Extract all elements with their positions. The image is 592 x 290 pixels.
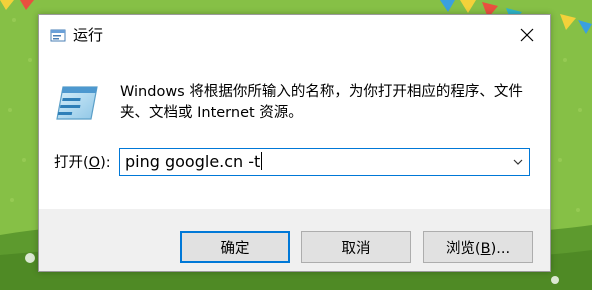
run-app-icon [50,29,66,42]
ok-button[interactable]: 确定 [180,231,290,263]
browse-label-suffix: )... [490,240,511,257]
browse-label-access-key: B [480,240,491,257]
run-dialog-icon [56,86,98,120]
desktop: 运行 Windows 将根据你所输入的名称，为你打开相应的程序、文件夹、文档或 … [0,0,592,290]
open-label-prefix: 打开( [54,155,89,171]
run-dialog: 运行 Windows 将根据你所输入的名称，为你打开相应的程序、文件夹、文档或 … [38,14,551,272]
window-title: 运行 [73,26,104,44]
close-icon [520,28,534,42]
description-text: Windows 将根据你所输入的名称，为你打开相应的程序、文件夹、文档或 Int… [120,84,523,121]
open-label-access-key: O [88,155,101,171]
open-label: 打开(O): [54,153,111,173]
browse-button[interactable]: 浏览(B)... [423,231,533,263]
dialog-content: Windows 将根据你所输入的名称，为你打开相应的程序、文件夹、文档或 Int… [39,55,550,209]
close-button[interactable] [504,15,550,55]
cancel-button-label: 取消 [341,240,371,257]
ok-button-label: 确定 [220,240,250,257]
text-caret [261,152,263,170]
open-label-suffix: ): [100,155,111,171]
title-bar[interactable]: 运行 [39,15,550,55]
open-input[interactable]: ping google.cn -t [125,152,263,172]
chevron-down-icon[interactable] [511,155,525,169]
open-combobox[interactable]: ping google.cn -t [119,148,530,176]
browse-label-prefix: 浏览( [445,240,481,257]
cancel-button[interactable]: 取消 [301,231,411,263]
open-input-value: ping google.cn -t [125,152,261,171]
browse-button-label: 浏览(B)... [446,237,510,258]
